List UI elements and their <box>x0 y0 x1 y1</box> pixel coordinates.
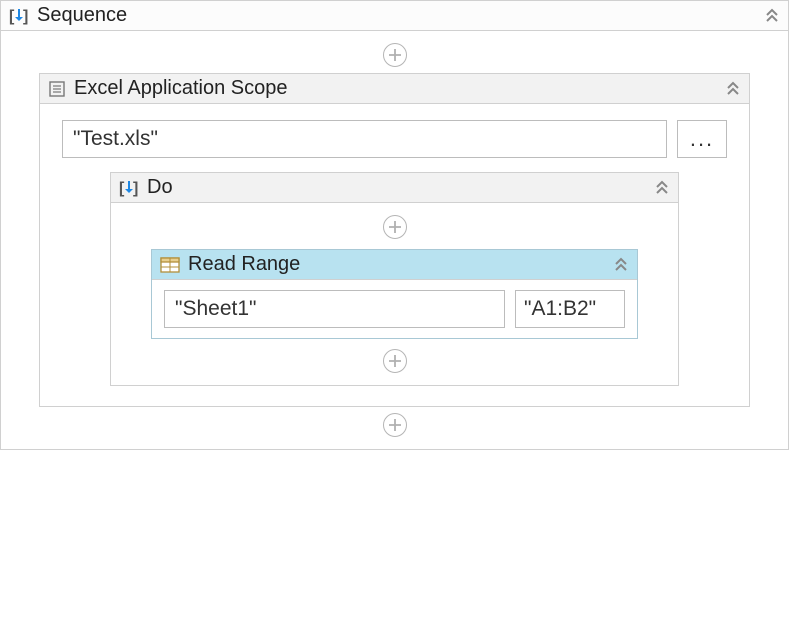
sequence-title: Sequence <box>37 4 764 27</box>
sequence-header[interactable]: [ ] Sequence <box>1 1 788 31</box>
collapse-icon[interactable] <box>725 81 741 97</box>
svg-text:[: [ <box>9 8 15 25</box>
do-header[interactable]: [ ] Do <box>111 173 678 203</box>
excel-scope-activity: Excel Application Scope ... <box>39 73 750 407</box>
excel-scope-title: Excel Application Scope <box>74 77 725 100</box>
plus-icon <box>383 215 407 239</box>
read-range-body <box>152 280 637 338</box>
read-range-title: Read Range <box>188 253 613 276</box>
sequence-activity: [ ] Sequence <box>0 0 789 450</box>
svg-text:[: [ <box>119 180 125 197</box>
add-activity-top[interactable] <box>11 37 778 73</box>
browse-button[interactable]: ... <box>677 120 727 158</box>
do-title: Do <box>147 176 654 199</box>
add-activity-bottom[interactable] <box>11 407 778 443</box>
do-activity: [ ] Do <box>110 172 679 386</box>
sequence-icon: [ ] <box>119 178 139 198</box>
cell-range-input[interactable] <box>515 290 625 328</box>
plus-icon <box>383 349 407 373</box>
read-range-header[interactable]: Read Range <box>152 250 637 280</box>
svg-text:]: ] <box>133 180 138 197</box>
file-path-input[interactable] <box>62 120 667 158</box>
plus-icon <box>383 413 407 437</box>
add-activity-do-top[interactable] <box>121 209 668 245</box>
sequence-body: Excel Application Scope ... <box>1 31 788 449</box>
plus-icon <box>383 43 407 67</box>
collapse-icon[interactable] <box>654 180 670 196</box>
do-body: Read Range <box>111 203 678 385</box>
excel-scope-header[interactable]: Excel Application Scope <box>40 74 749 104</box>
table-icon <box>160 257 180 273</box>
sheet-name-input[interactable] <box>164 290 505 328</box>
collapse-icon[interactable] <box>764 8 780 24</box>
add-activity-do-bottom[interactable] <box>121 343 668 379</box>
sequence-icon: [ ] <box>9 6 29 26</box>
file-path-row: ... <box>50 110 739 168</box>
svg-text:]: ] <box>23 8 28 25</box>
collapse-icon[interactable] <box>613 257 629 273</box>
read-range-activity: Read Range <box>151 249 638 339</box>
excel-scope-body: ... [ ] Do <box>40 104 749 406</box>
document-icon <box>48 80 66 98</box>
